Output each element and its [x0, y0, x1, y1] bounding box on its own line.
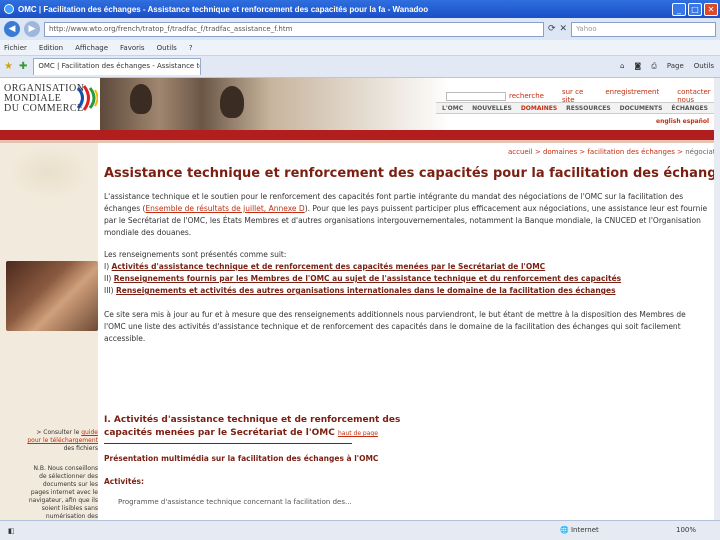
list-number: III): [104, 286, 114, 295]
red-band: [0, 130, 714, 140]
nav-omc[interactable]: L'OMC: [442, 105, 463, 112]
page-title: Assistance technique et renforcement des…: [104, 166, 714, 181]
breadcrumb: accueil > domaines > facilitation des éc…: [508, 148, 714, 156]
tab-active[interactable]: OMC | Facilitation des échanges - Assist…: [33, 58, 202, 75]
menu-file[interactable]: Fichier: [4, 44, 27, 52]
nav-documents[interactable]: DOCUMENTS: [620, 105, 663, 112]
close-button[interactable]: ✕: [704, 2, 718, 16]
language-links[interactable]: english español: [656, 118, 709, 125]
vertical-scrollbar[interactable]: [714, 78, 720, 520]
forward-button[interactable]: ▶: [24, 21, 40, 37]
logo-line-3: DU COMMERCE: [4, 103, 84, 114]
nav-resources[interactable]: RESSOURCES: [566, 105, 611, 112]
header-photo: [100, 78, 270, 130]
nav-exchanges[interactable]: ÉCHANGES: [671, 105, 708, 112]
section-title-line-2: capacités menées par le Secrétariat de l…: [104, 428, 335, 438]
section-divider: [104, 443, 352, 444]
tabs-toolbar: ★ ✚ OMC | Facilitation des échanges - As…: [0, 56, 720, 78]
favorites-star-icon[interactable]: ★: [4, 61, 13, 72]
main-nav: L'OMC NOUVELLES DOMAINES RESSOURCES DOCU…: [436, 102, 714, 114]
nav-news[interactable]: NOUVELLES: [472, 105, 512, 112]
stop-icon[interactable]: ✕: [560, 24, 568, 34]
nav-domains[interactable]: DOMAINES: [521, 105, 557, 112]
handshake-photo: [6, 261, 98, 331]
print-icon[interactable]: ⎙: [651, 62, 657, 71]
menu-tools[interactable]: Outils: [157, 44, 177, 52]
web-page: ORGANISATION MONDIALE DU COMMERCE recher…: [0, 78, 714, 520]
note-suffix: des fichiers: [63, 445, 98, 452]
home-icon[interactable]: ⌂: [620, 62, 624, 71]
multimedia-link[interactable]: Présentation multimédia sur la facilitat…: [104, 454, 708, 463]
list-number: II): [104, 274, 112, 283]
closing-paragraph: Ce site sera mis à jour au fur et à mesu…: [104, 310, 686, 343]
watermark-logo: [8, 145, 90, 200]
security-zone: 🌐 Internet: [560, 526, 599, 534]
window-title: OMC | Facilitation des échanges - Assist…: [18, 4, 429, 14]
status-bar: ◧ 🌐 Internet 100%: [0, 520, 720, 540]
activities-heading: Activités:: [104, 477, 145, 486]
menu-help[interactable]: ?: [189, 44, 193, 52]
search-input[interactable]: Yahoo: [571, 21, 716, 37]
refresh-icon[interactable]: ⟳: [548, 24, 556, 34]
feeds-icon[interactable]: ◙: [634, 62, 641, 71]
breadcrumb-home[interactable]: accueil: [508, 148, 533, 156]
tools-menu[interactable]: Outils: [694, 62, 714, 71]
minimize-button[interactable]: _: [672, 2, 686, 16]
activity-bullet[interactable]: Programme d'assistance technique concern…: [104, 498, 708, 506]
section-title: I. Activités d'assistance technique et d…: [104, 414, 708, 440]
july-package-link[interactable]: Ensemble de résultats de juillet, Annexe…: [145, 204, 304, 213]
list-intro: Les renseignements sont présentés comme …: [104, 250, 287, 259]
note-prefix: > Consulter le: [36, 429, 82, 436]
band-underline: [0, 140, 714, 143]
list-link-secretariat[interactable]: Activités d'assistance technique et de r…: [112, 262, 546, 271]
address-toolbar: ◀ ▶ http://www.wto.org/french/tratop_f/t…: [0, 18, 720, 40]
intro-paragraph: L'assistance technique et le soutien pou…: [104, 191, 708, 239]
add-favorite-icon[interactable]: ✚: [19, 61, 27, 72]
breadcrumb-domains[interactable]: domaines: [543, 148, 577, 156]
window-titlebar: OMC | Facilitation des échanges - Assist…: [0, 0, 720, 18]
list-link-members[interactable]: Renseignements fournis par les Membres d…: [114, 274, 621, 283]
list-number: I): [104, 262, 110, 271]
main-content: Assistance technique et renforcement des…: [104, 166, 714, 355]
download-guide-note: > Consulter le guide pour le téléchargem…: [26, 429, 98, 453]
list-item: I) Activités d'assistance technique et d…: [104, 261, 708, 273]
search-link[interactable]: recherche: [509, 92, 544, 100]
zoom-level[interactable]: 100%: [676, 526, 696, 534]
section-secretariat: I. Activités d'assistance technique et d…: [104, 414, 708, 506]
breadcrumb-tradefac[interactable]: facilitation des échanges: [587, 148, 674, 156]
maximize-button[interactable]: □: [688, 2, 702, 16]
menu-view[interactable]: Affichage: [75, 44, 108, 52]
breadcrumb-current: négociations: [685, 148, 714, 156]
command-bar: ⌂ ◙ ⎙ Page Outils: [620, 62, 720, 71]
list-link-organizations[interactable]: Renseignements et activités des autres o…: [116, 286, 616, 295]
left-sidebar: > Consulter le guide pour le téléchargem…: [0, 143, 98, 520]
browser-note: N.B. Nous conseillons de sélectionner de…: [28, 465, 98, 520]
menu-favorites[interactable]: Favoris: [120, 44, 145, 52]
back-to-top-link[interactable]: haut de page: [338, 430, 378, 437]
wto-logo[interactable]: ORGANISATION MONDIALE DU COMMERCE: [4, 84, 84, 114]
header-fade: [270, 78, 450, 130]
status-page-icon: ◧: [8, 526, 15, 535]
site-search-input[interactable]: [446, 91, 506, 101]
menu-edit[interactable]: Edition: [39, 44, 63, 52]
section-title-line-1: I. Activités d'assistance technique et d…: [104, 415, 401, 425]
list-item: II) Renseignements fournis par les Membr…: [104, 273, 708, 285]
browser-icon: [4, 4, 14, 14]
zone-label: Internet: [570, 526, 599, 534]
wto-logo-icon: [76, 85, 98, 111]
menu-bar: Fichier Edition Affichage Favoris Outils…: [0, 40, 720, 56]
site-header: ORGANISATION MONDIALE DU COMMERCE recher…: [0, 78, 714, 130]
address-input[interactable]: http://www.wto.org/french/tratop_f/tradf…: [44, 21, 544, 37]
list-item: III) Renseignements et activités des aut…: [104, 285, 708, 297]
page-menu[interactable]: Page: [667, 62, 684, 71]
back-button[interactable]: ◀: [4, 21, 20, 37]
